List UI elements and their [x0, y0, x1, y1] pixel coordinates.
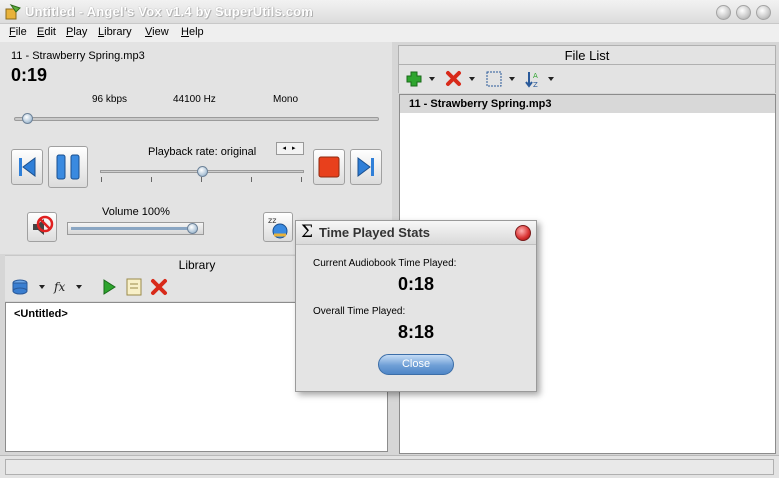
sort-icon: A Z: [525, 72, 554, 89]
overall-time-label: Overall Time Played:: [313, 306, 406, 317]
sleep-timer-button[interactable]: zz: [263, 212, 293, 242]
sleep-icon: zz: [268, 216, 288, 239]
selection-icon: [486, 71, 515, 87]
rate-tick: [151, 177, 152, 182]
sigma-icon: Σ: [301, 222, 314, 242]
minimize-button[interactable]: [716, 5, 731, 20]
library-open-button[interactable]: [9, 276, 49, 298]
play-icon: [103, 279, 116, 295]
menu-help[interactable]: Help: [181, 26, 204, 38]
playback-rate-slider[interactable]: [100, 166, 304, 177]
mute-button[interactable]: [27, 212, 57, 242]
app-icon: [5, 4, 21, 20]
file-list-toolbar: A Z: [398, 65, 776, 93]
maximize-button[interactable]: [736, 5, 751, 20]
rate-tick: [101, 177, 102, 182]
menu-view[interactable]: View: [145, 26, 169, 38]
file-name: 11 - Strawberry Spring.mp3: [409, 98, 552, 110]
list-item[interactable]: <Untitled>: [14, 308, 68, 320]
rate-tick: [301, 177, 302, 182]
mute-icon: [33, 215, 54, 235]
window-title: Untitled - Angel's Vox v1.4 by SuperUtil…: [25, 4, 314, 19]
menu-library[interactable]: Library: [98, 26, 132, 38]
next-button[interactable]: [350, 149, 382, 185]
library-function-button[interactable]: fx: [51, 276, 87, 298]
svg-text:fx: fx: [53, 280, 65, 294]
elapsed-time: 0:19: [11, 65, 48, 85]
playback-rate-label: Playback rate: original: [148, 146, 257, 158]
svg-text:Z: Z: [533, 81, 538, 89]
current-time-value: 0:18: [397, 274, 435, 294]
current-time-label: Current Audiobook Time Played:: [313, 258, 457, 269]
library-notes-button[interactable]: [123, 276, 145, 298]
function-icon: fx: [53, 280, 82, 294]
document-icon: [126, 278, 142, 296]
volume-slider[interactable]: [67, 222, 204, 235]
pause-icon: [56, 154, 80, 180]
volume-label: Volume 100%: [102, 206, 170, 218]
dialog-close-icon[interactable]: [515, 225, 531, 241]
overall-time-value: 8:18: [397, 322, 435, 342]
database-icon: [12, 279, 45, 295]
playback-rate-handle[interactable]: [197, 166, 208, 177]
track-name: 11 - Strawberry Spring.mp3: [11, 50, 145, 62]
file-list-header: File List: [398, 45, 776, 65]
sort-button[interactable]: A Z: [522, 68, 558, 90]
seek-bar[interactable]: [14, 113, 379, 124]
playback-rate-spinner[interactable]: ◂ ▸: [276, 142, 304, 155]
previous-button[interactable]: [11, 149, 43, 185]
title-bar: Untitled - Angel's Vox v1.4 by SuperUtil…: [0, 0, 779, 24]
time-played-stats-dialog: Σ Time Played Stats Current Audiobook Ti…: [295, 220, 537, 392]
bitrate: 96 kbps: [92, 94, 128, 105]
menu-edit[interactable]: Edit: [37, 26, 56, 38]
remove-file-button[interactable]: [443, 68, 479, 90]
library-delete-button[interactable]: [148, 276, 170, 298]
sample-rate: 44100 Hz: [173, 94, 216, 105]
dialog-title: Time Played Stats: [319, 225, 431, 240]
svg-text:zz: zz: [268, 216, 276, 225]
select-button[interactable]: [483, 68, 519, 90]
list-item[interactable]: 11 - Strawberry Spring.mp3: [400, 95, 775, 113]
menu-file[interactable]: File: [9, 26, 27, 38]
add-file-button[interactable]: [403, 68, 439, 90]
channels: Mono: [273, 94, 299, 105]
menu-play[interactable]: Play: [66, 26, 87, 38]
close-button[interactable]: Close: [378, 354, 454, 375]
volume-level: [71, 227, 192, 230]
svg-text:A: A: [533, 72, 538, 80]
dialog-title-bar[interactable]: Σ Time Played Stats: [296, 221, 536, 245]
volume-handle[interactable]: [187, 223, 198, 234]
delete-icon: [446, 71, 475, 86]
skip-back-icon: [19, 157, 36, 177]
close-window-button[interactable]: [756, 5, 771, 20]
pause-button[interactable]: [48, 146, 88, 188]
menu-bar: File Edit Play Library View Help: [0, 24, 779, 42]
stop-icon: [318, 156, 340, 178]
delete-icon: [151, 279, 167, 295]
status-panel: [5, 459, 774, 475]
library-play-button[interactable]: [98, 276, 120, 298]
skip-forward-icon: [357, 157, 374, 177]
seek-handle[interactable]: [22, 113, 34, 124]
status-bar: [0, 455, 779, 478]
add-icon: [406, 71, 435, 87]
rate-tick: [201, 177, 202, 182]
stop-button[interactable]: [313, 149, 345, 185]
rate-tick: [251, 177, 252, 182]
